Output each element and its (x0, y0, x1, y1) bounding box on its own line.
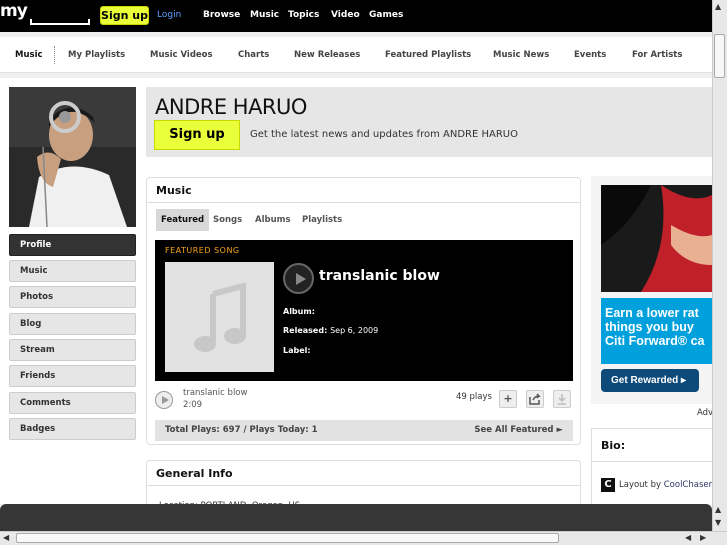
scroll-up-small-icon[interactable]: ▲ (715, 505, 721, 514)
subnav-for-artists[interactable]: For Artists (632, 50, 682, 60)
released-row: Released: Sep 6, 2009 (283, 326, 378, 335)
subnav-featured-playlists[interactable]: Featured Playlists (385, 50, 471, 60)
logo-underline (30, 19, 90, 25)
sidebar-item-blog[interactable]: Blog (9, 313, 136, 335)
featured-song-title[interactable]: translanic blow (319, 268, 440, 284)
track-name[interactable]: translanic blow (183, 388, 247, 398)
album-label: Album: (283, 307, 315, 316)
featured-song-panel: FEATURED SONG translanic blow Album: Rel… (155, 240, 573, 381)
header-signup-button[interactable]: Sign up (154, 120, 240, 150)
featured-song-label: FEATURED SONG (165, 246, 240, 255)
ad-line-3: Citi Forward® ca (605, 334, 705, 348)
tab-albums[interactable]: Albums (250, 209, 296, 231)
sidebar-item-badges[interactable]: Badges (9, 418, 136, 440)
released-label: Released: (283, 326, 328, 335)
top-bar: my Sign up Login Browse Music Topics Vid… (0, 0, 712, 32)
subnav-music[interactable]: Music (15, 50, 43, 60)
sidebar-item-photos[interactable]: Photos (9, 286, 136, 308)
play-track-button[interactable] (155, 391, 173, 409)
tab-playlists[interactable]: Playlists (297, 209, 347, 231)
ad-offer-text: Earn a lower rat things you buy Citi For… (605, 306, 705, 348)
scroll-down-icon[interactable]: ▼ (715, 518, 721, 527)
tab-featured[interactable]: Featured (156, 209, 210, 231)
header-tagline: Get the latest news and updates from AND… (250, 129, 518, 140)
nav-music[interactable]: Music (250, 10, 279, 20)
layout-author-icon: C (601, 478, 615, 492)
subnav-events[interactable]: Events (574, 50, 606, 60)
play-totals-bar: Total Plays: 697 / Plays Today: 1 See Al… (155, 420, 573, 441)
subnav-music-news[interactable]: Music News (493, 50, 549, 60)
subnav-my-playlists[interactable]: My Playlists (68, 50, 125, 60)
scroll-left-small-icon[interactable]: ◀ (685, 533, 691, 542)
get-rewarded-button[interactable]: Get Rewarded ▸ (601, 369, 699, 392)
nav-browse[interactable]: Browse (203, 10, 240, 20)
advertisement[interactable]: Earn a lower rat things you buy Citi For… (591, 176, 712, 404)
layout-credit: Layout by CoolChaser (619, 480, 712, 490)
ad-line-2: things you buy (605, 320, 694, 334)
scroll-left-icon[interactable]: ◀ (3, 533, 9, 542)
track-length: 2:09 (183, 400, 203, 410)
track-row: translanic blow 2:09 49 plays + (155, 385, 573, 415)
play-featured-button[interactable] (283, 263, 314, 294)
horizontal-scrollbar-thumb[interactable] (16, 533, 559, 543)
tab-songs[interactable]: Songs (208, 209, 247, 231)
myspace-logo[interactable]: my (0, 1, 92, 29)
login-link[interactable]: Login (157, 10, 181, 20)
album-art-placeholder (165, 262, 274, 372)
bottom-toolbar (0, 504, 712, 531)
music-subnav: Music My Playlists Music Videos Charts N… (0, 37, 712, 73)
layout-prefix: Layout by (619, 480, 662, 490)
music-module-title: Music (156, 184, 192, 197)
music-module: Music Featured Songs Albums Playlists FE… (146, 177, 581, 445)
subnav-new-releases[interactable]: New Releases (294, 50, 360, 60)
profile-photo[interactable] (9, 87, 136, 227)
profile-photo-image (9, 87, 136, 227)
play-count: 49 plays (456, 392, 492, 402)
general-info-divider (147, 485, 580, 486)
record-label: Label: (283, 346, 311, 355)
sidebar-item-friends[interactable]: Friends (9, 365, 136, 387)
bio-title: Bio: (601, 439, 626, 452)
vertical-scrollbar[interactable] (712, 0, 727, 531)
subnav-music-videos[interactable]: Music Videos (150, 50, 213, 60)
released-value: Sep 6, 2009 (330, 326, 379, 335)
browser-viewport: my Sign up Login Browse Music Topics Vid… (0, 0, 727, 545)
logo-text: my (0, 1, 28, 21)
nav-topics[interactable]: Topics (288, 10, 319, 20)
sidebar-item-comments[interactable]: Comments (9, 392, 136, 414)
total-plays: Total Plays: 697 / Plays Today: 1 (165, 425, 318, 435)
nav-video[interactable]: Video (331, 10, 360, 20)
layout-author-link[interactable]: CoolChaser (664, 480, 712, 490)
vertical-scrollbar-thumb[interactable] (714, 34, 725, 78)
scroll-up-icon[interactable]: ▲ (715, 2, 721, 11)
see-all-featured-link[interactable]: See All Featured ► (474, 425, 563, 435)
sidebar-item-stream[interactable]: Stream (9, 339, 136, 361)
artist-header: ANDRE HARUO Sign up Get the latest news … (146, 87, 716, 157)
sidebar-item-profile[interactable]: Profile (9, 234, 136, 256)
add-icon[interactable]: + (499, 390, 517, 408)
sidebar-item-music[interactable]: Music (9, 260, 136, 282)
subnav-divider (54, 46, 55, 64)
profile-content: Profile Music Photos Blog Stream Friends… (0, 78, 716, 528)
general-info-title: General Info (156, 467, 233, 480)
share-icon[interactable] (526, 390, 544, 408)
artist-name: ANDRE HARUO (155, 95, 307, 119)
music-note-icon (194, 282, 246, 352)
ad-image (601, 185, 712, 292)
download-icon[interactable] (553, 390, 571, 408)
subnav-charts[interactable]: Charts (238, 50, 269, 60)
top-signup-button[interactable]: Sign up (100, 6, 149, 25)
music-module-divider (147, 202, 580, 203)
advertisement-label: Adv (697, 408, 714, 418)
scroll-right-icon[interactable]: ▶ (700, 533, 706, 542)
nav-games[interactable]: Games (369, 10, 403, 20)
ad-line-1: Earn a lower rat (605, 306, 699, 320)
bio-divider (592, 461, 713, 462)
